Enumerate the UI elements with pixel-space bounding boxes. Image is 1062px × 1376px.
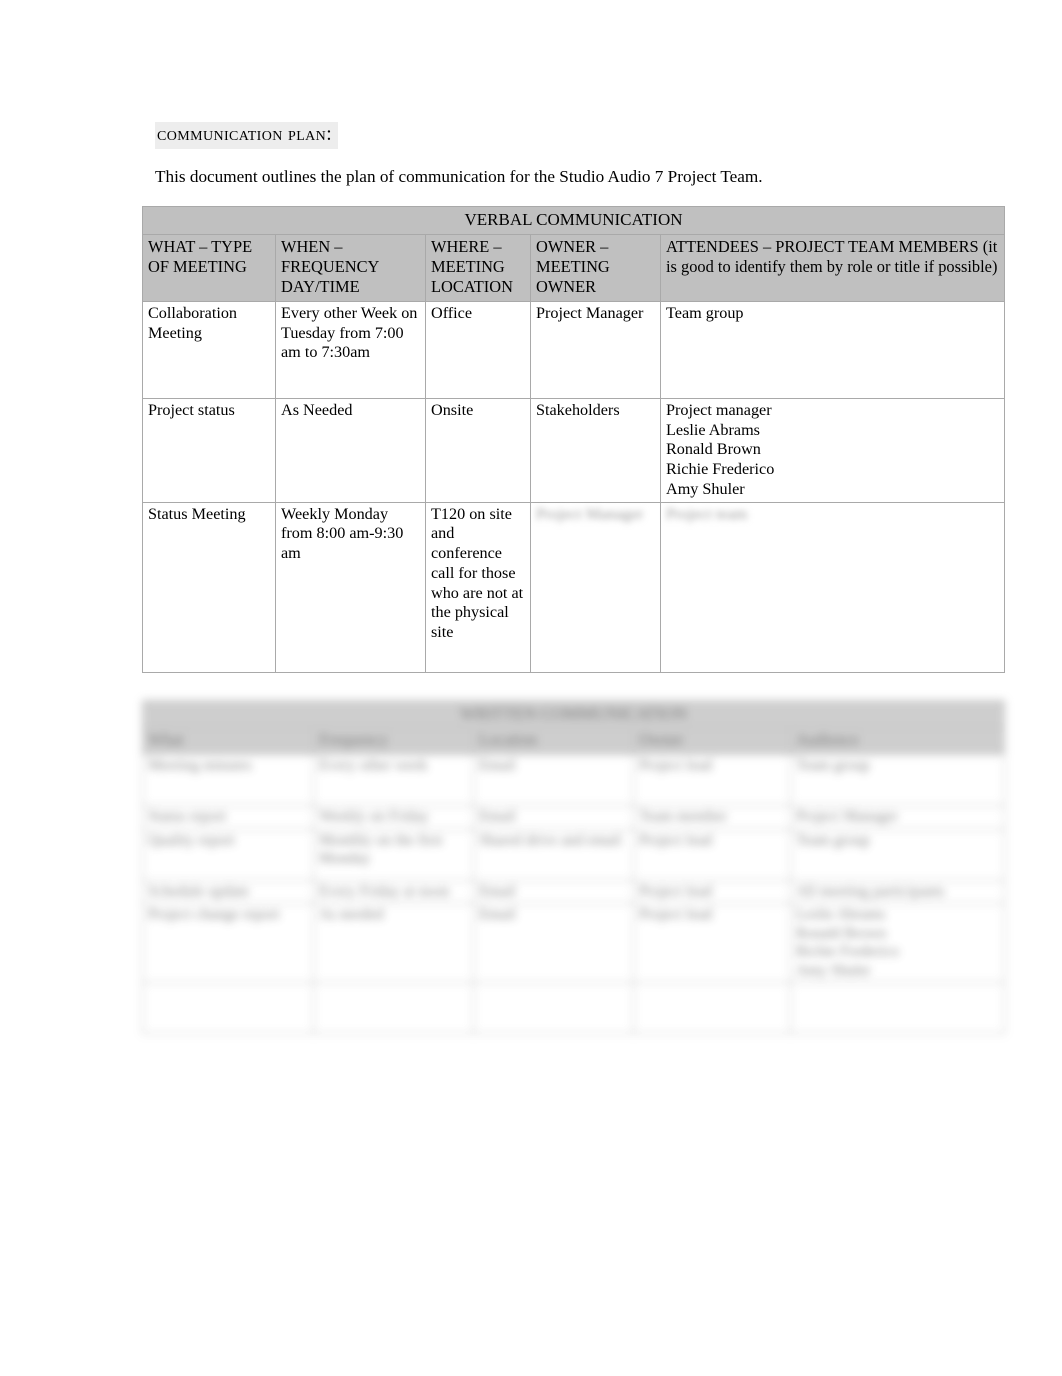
cell-where: Onsite bbox=[425, 397, 531, 503]
column-header-owner: Owner bbox=[633, 727, 791, 756]
cell-frequency: Every other week bbox=[313, 754, 474, 807]
table-row: Project change report As needed Email Pr… bbox=[142, 903, 1005, 983]
cell-what: Project status bbox=[142, 397, 276, 503]
cell-when: Every other Week on Tuesday from 7:00 am… bbox=[275, 300, 426, 399]
cell-owner: Stakeholders bbox=[530, 397, 661, 503]
cell-location: Email bbox=[473, 903, 634, 983]
intro-paragraph: This document outlines the plan of commu… bbox=[155, 167, 763, 186]
document-page: Communication Plan: This document outlin… bbox=[0, 0, 1062, 1376]
cell-frequency bbox=[313, 981, 474, 1034]
cell-what: Project change report bbox=[142, 903, 314, 983]
cell-audience: Team group bbox=[790, 754, 1005, 807]
cell-owner: Project lead bbox=[633, 879, 791, 905]
cell-location: Email bbox=[473, 805, 634, 830]
cell-attendees-redacted: Project team bbox=[666, 504, 748, 523]
cell-frequency: Monthly on the first Monday bbox=[313, 828, 474, 881]
cell-location bbox=[473, 981, 634, 1034]
cell-audience: All meeting participants bbox=[790, 879, 1005, 905]
table-row: Collaboration Meeting Every other Week o… bbox=[142, 300, 1006, 399]
verbal-communication-table: VERBAL COMMUNICATION WHAT – TYPE OF MEET… bbox=[141, 206, 1006, 673]
table-row: Project status As Needed Onsite Stakehol… bbox=[142, 397, 1006, 503]
table-banner-row: WRITTEN COMMUNICATION bbox=[142, 699, 1005, 729]
cell-what: Status report bbox=[142, 805, 314, 830]
cell-owner-redacted: Project Manager bbox=[536, 504, 644, 523]
cell-location: Email bbox=[473, 754, 634, 807]
column-header-what: WHAT – TYPE OF MEETING bbox=[142, 233, 276, 302]
cell-what: Quality report bbox=[142, 828, 314, 881]
table-row: Schedule update Every Friday at noon Ema… bbox=[142, 879, 1005, 905]
cell-location: Email bbox=[473, 879, 634, 905]
table-row bbox=[142, 981, 1005, 1034]
verbal-banner-cell: VERBAL COMMUNICATION bbox=[141, 206, 1006, 235]
cell-where: Office bbox=[425, 300, 531, 399]
cell-where: T120 on site and conference call for tho… bbox=[425, 501, 531, 673]
table-row: Quality report Monthly on the first Mond… bbox=[142, 828, 1005, 881]
cell-frequency: Every Friday at noon bbox=[313, 879, 474, 905]
column-header-where: WHERE – MEETING LOCATION bbox=[425, 233, 531, 302]
table-banner-row: VERBAL COMMUNICATION bbox=[141, 206, 1006, 235]
page-title: Communication Plan: bbox=[155, 122, 339, 149]
table-header-row: What Frequency Location Owner Audience bbox=[142, 727, 1005, 756]
cell-owner: Project Manager bbox=[530, 501, 661, 673]
cell-frequency: Weekly on Friday bbox=[313, 805, 474, 830]
cell-when: Weekly Monday from 8:00 am-9:30 am bbox=[275, 501, 426, 673]
cell-owner: Team member bbox=[633, 805, 791, 830]
written-communication-table: WRITTEN COMMUNICATION What Frequency Loc… bbox=[142, 699, 1005, 1034]
cell-what: Status Meeting bbox=[142, 501, 276, 673]
column-header-location: Location bbox=[473, 727, 634, 756]
cell-attendees: Project team bbox=[659, 501, 1006, 673]
cell-owner: Project Manager bbox=[530, 300, 661, 399]
cell-attendees: Project manager Leslie Abrams Ronald Bro… bbox=[659, 397, 1006, 503]
cell-owner: Project lead bbox=[633, 828, 791, 881]
cell-location: Shared drive and email bbox=[473, 828, 634, 881]
table-row: Meeting minutes Every other week Email P… bbox=[142, 754, 1005, 807]
cell-when: As Needed bbox=[275, 397, 426, 503]
cell-audience bbox=[790, 981, 1005, 1034]
cell-what: Collaboration Meeting bbox=[142, 300, 276, 399]
cell-what: Schedule update bbox=[142, 879, 314, 905]
cell-audience: Leslie Abrams Ronald Brown Richie Freder… bbox=[790, 903, 1005, 983]
column-header-attendees: ATTENDEES – PROJECT TEAM MEMBERS (it is … bbox=[659, 233, 1006, 302]
cell-what: Meeting minutes bbox=[142, 754, 314, 807]
cell-owner bbox=[633, 981, 791, 1034]
table-header-row: WHAT – TYPE OF MEETING WHEN – FREQUENCY … bbox=[142, 233, 1006, 302]
table-row: Status Meeting Weekly Monday from 8:00 a… bbox=[142, 501, 1006, 673]
column-header-owner: OWNER – MEETING OWNER bbox=[530, 233, 661, 302]
written-communication-table-blurred: WRITTEN COMMUNICATION What Frequency Loc… bbox=[142, 699, 1005, 1140]
cell-what bbox=[142, 981, 314, 1034]
cell-audience: Team group bbox=[790, 828, 1005, 881]
table-row: Status report Weekly on Friday Email Tea… bbox=[142, 805, 1005, 830]
cell-audience: Project Manager bbox=[790, 805, 1005, 830]
cell-frequency: As needed bbox=[313, 903, 474, 983]
cell-owner: Project lead bbox=[633, 903, 791, 983]
column-header-what: What bbox=[142, 727, 314, 756]
written-banner-cell: WRITTEN COMMUNICATION bbox=[142, 699, 1005, 729]
column-header-audience: Audience bbox=[790, 727, 1005, 756]
cell-attendees: Team group bbox=[659, 300, 1006, 399]
column-header-frequency: Frequency bbox=[313, 727, 474, 756]
cell-owner: Project lead bbox=[633, 754, 791, 807]
column-header-when: WHEN – FREQUENCY DAY/TIME bbox=[275, 233, 426, 302]
